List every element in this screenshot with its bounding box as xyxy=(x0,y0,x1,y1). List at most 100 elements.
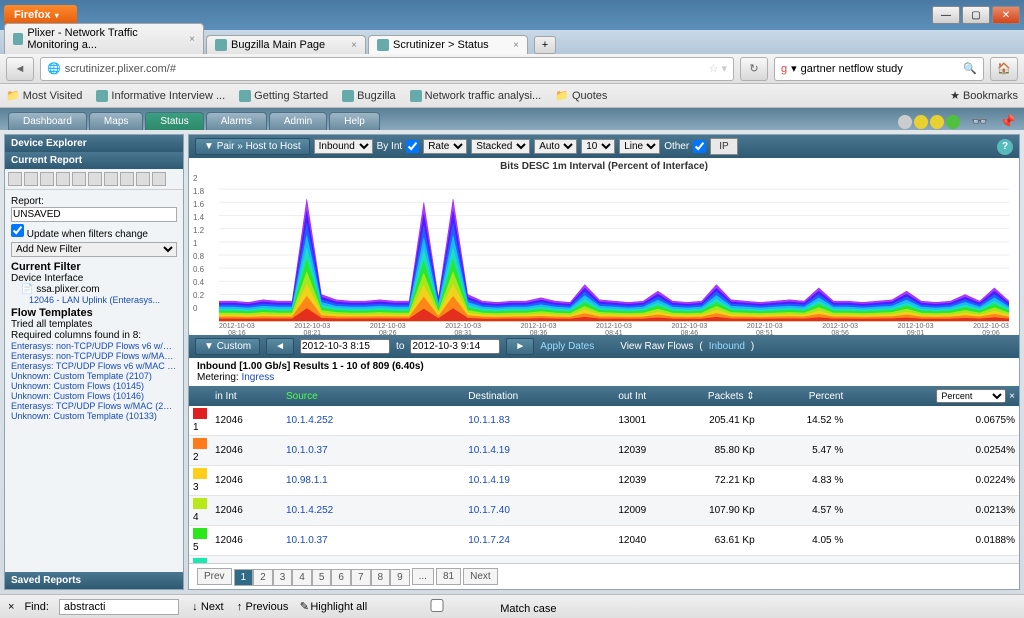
template-link[interactable]: Unknown: Custom Flows (10145) xyxy=(11,381,177,391)
template-link[interactable]: Enterasys: non-TCP/UDP Flows v6 w/MAC (2… xyxy=(11,341,177,351)
ip-button[interactable]: IP xyxy=(710,138,737,155)
close-window-button[interactable]: ✕ xyxy=(992,6,1020,24)
search-icon[interactable]: 🔍 xyxy=(963,62,977,75)
date-to-input[interactable] xyxy=(410,339,500,354)
home-button[interactable]: 🏠 xyxy=(990,57,1018,81)
col-source[interactable]: Source xyxy=(282,386,464,406)
sidebar-header-current-report[interactable]: Current Report xyxy=(5,152,183,169)
raw-inbound-link[interactable]: Inbound xyxy=(709,341,745,352)
app-tab-admin[interactable]: Admin xyxy=(269,112,327,130)
count-select[interactable]: 10 xyxy=(581,139,615,154)
template-link[interactable]: Unknown: Custom Flows (10146) xyxy=(11,391,177,401)
match-case-checkbox[interactable]: Match case xyxy=(377,599,556,615)
template-link[interactable]: Unknown: Custom Template (2107) xyxy=(11,371,177,381)
bookmark-item[interactable]: Getting Started xyxy=(239,90,328,102)
url-input[interactable]: 🌐 scrutinizer.plixer.com/# ☆ ▾ xyxy=(40,57,734,81)
template-link[interactable]: Unknown: Custom Template (10133) xyxy=(11,411,177,421)
col-percent[interactable]: Percent xyxy=(759,386,848,406)
tool-icon[interactable] xyxy=(104,172,118,186)
pager-prev[interactable]: Prev xyxy=(197,568,232,585)
by-int-checkbox[interactable] xyxy=(406,140,419,153)
find-prev-button[interactable]: ↑Previous xyxy=(234,601,289,613)
tool-icon[interactable] xyxy=(40,172,54,186)
find-next-button[interactable]: ↓Next xyxy=(189,601,224,613)
col-in-int[interactable]: in Int xyxy=(211,386,282,406)
pager-page[interactable]: 7 xyxy=(351,569,371,586)
tool-icon[interactable] xyxy=(152,172,166,186)
pager-page[interactable]: 9 xyxy=(390,569,410,586)
bookmark-star-icon[interactable]: ☆ ▾ xyxy=(709,62,727,75)
apply-dates-link[interactable]: Apply Dates xyxy=(540,341,594,352)
tool-icon[interactable] xyxy=(72,172,86,186)
tool-icon[interactable] xyxy=(136,172,150,186)
highlight-all-button[interactable]: ✎Highlight all xyxy=(298,600,367,613)
pager-page[interactable]: 3 xyxy=(273,569,293,586)
auto-select[interactable]: Auto xyxy=(534,139,577,154)
tool-icon[interactable] xyxy=(24,172,38,186)
pager-page[interactable]: 6 xyxy=(331,569,351,586)
table-row[interactable]: 31204610.98.1.110.1.4.191203972.21 Kp4.8… xyxy=(189,466,1019,496)
new-tab-button[interactable]: + xyxy=(534,36,556,54)
tool-icon[interactable] xyxy=(120,172,134,186)
maximize-button[interactable]: ▢ xyxy=(962,6,990,24)
metering-link[interactable]: Ingress xyxy=(241,372,274,383)
table-row[interactable]: 61204610.1.10.1710.1.4.191203954.12 Kp3.… xyxy=(189,556,1019,564)
direction-select[interactable]: Inbound xyxy=(314,139,373,154)
report-name-input[interactable] xyxy=(11,207,177,222)
chart-type-select[interactable]: Line xyxy=(619,139,660,154)
close-tab-icon[interactable]: × xyxy=(189,34,195,45)
firefox-menu-button[interactable]: Firefox xyxy=(4,5,77,25)
close-tab-icon[interactable]: × xyxy=(351,40,357,51)
date-from-input[interactable] xyxy=(300,339,390,354)
app-tab-status[interactable]: Status xyxy=(145,112,203,130)
bookmark-most-visited[interactable]: 📁 Most Visited xyxy=(6,89,82,102)
col-percent-select[interactable]: Percent × xyxy=(847,386,1019,406)
chart-area[interactable]: 00.20.40.60.811.21.41.61.822012-10-0308:… xyxy=(189,175,1019,335)
update-filters-checkbox[interactable] xyxy=(11,224,24,237)
pager-page[interactable]: 4 xyxy=(292,569,312,586)
pager-page[interactable]: 1 xyxy=(234,569,254,586)
browser-tab-plixer[interactable]: Plixer - Network Traffic Monitoring a...… xyxy=(4,23,204,54)
pager-next[interactable]: Next xyxy=(463,568,498,585)
interface-link[interactable]: 12046 - LAN Uplink (Enterasys... xyxy=(11,295,177,305)
app-tab-alarms[interactable]: Alarms xyxy=(206,112,267,130)
template-link[interactable]: Enterasys: non-TCP/UDP Flows w/MAC (2103… xyxy=(11,351,177,361)
pager-last[interactable]: 81 xyxy=(436,568,461,585)
sidebar-header-device-explorer[interactable]: Device Explorer xyxy=(5,135,183,152)
table-row[interactable]: 11204610.1.4.25210.1.1.8313001205.41 Kp1… xyxy=(189,406,1019,436)
pager-page[interactable]: 5 xyxy=(312,569,332,586)
binoculars-icon[interactable]: 👓 xyxy=(972,114,988,130)
back-button[interactable]: ◄ xyxy=(6,57,34,81)
date-back-button[interactable]: ◄ xyxy=(266,338,294,355)
custom-range-button[interactable]: ▼ Custom xyxy=(195,338,260,355)
metric-select[interactable]: Rate xyxy=(423,139,467,154)
find-input[interactable] xyxy=(59,599,179,615)
bookmark-item[interactable]: Informative Interview ... xyxy=(96,90,225,102)
pager-page[interactable]: 8 xyxy=(371,569,391,586)
col-dest[interactable]: Destination xyxy=(464,386,579,406)
sidebar-header-saved-reports[interactable]: Saved Reports xyxy=(5,572,183,589)
close-findbar-icon[interactable]: × xyxy=(8,601,14,613)
reload-button[interactable]: ↻ xyxy=(740,57,768,81)
app-tab-maps[interactable]: Maps xyxy=(89,112,143,130)
template-link[interactable]: Enterasys: TCP/UDP Flows v6 w/MAC (2104) xyxy=(11,361,177,371)
tool-icon[interactable] xyxy=(56,172,70,186)
pager-page[interactable]: 2 xyxy=(253,569,273,586)
tool-icon[interactable] xyxy=(88,172,102,186)
app-tab-dashboard[interactable]: Dashboard xyxy=(8,112,87,130)
help-icon[interactable]: ? xyxy=(997,139,1013,155)
template-link[interactable]: Enterasys: TCP/UDP Flows w/MAC (2102) xyxy=(11,401,177,411)
date-forward-button[interactable]: ► xyxy=(506,338,534,355)
col-out-int[interactable]: out Int xyxy=(579,386,650,406)
search-box[interactable]: g▾ 🔍 xyxy=(774,57,984,81)
table-row[interactable]: 51204610.1.0.3710.1.7.241204063.61 Kp4.0… xyxy=(189,526,1019,556)
stack-select[interactable]: Stacked xyxy=(471,139,530,154)
search-input[interactable] xyxy=(801,63,960,75)
browser-tab-scrutinizer[interactable]: Scrutinizer > Status× xyxy=(368,35,528,54)
browser-tab-bugzilla[interactable]: Bugzilla Main Page× xyxy=(206,35,366,54)
app-tab-help[interactable]: Help xyxy=(329,112,380,130)
minimize-button[interactable]: — xyxy=(932,6,960,24)
close-tab-icon[interactable]: × xyxy=(513,40,519,51)
table-row[interactable]: 21204610.1.0.3710.1.4.191203985.80 Kp5.4… xyxy=(189,436,1019,466)
bookmark-item[interactable]: Bugzilla xyxy=(342,90,396,102)
